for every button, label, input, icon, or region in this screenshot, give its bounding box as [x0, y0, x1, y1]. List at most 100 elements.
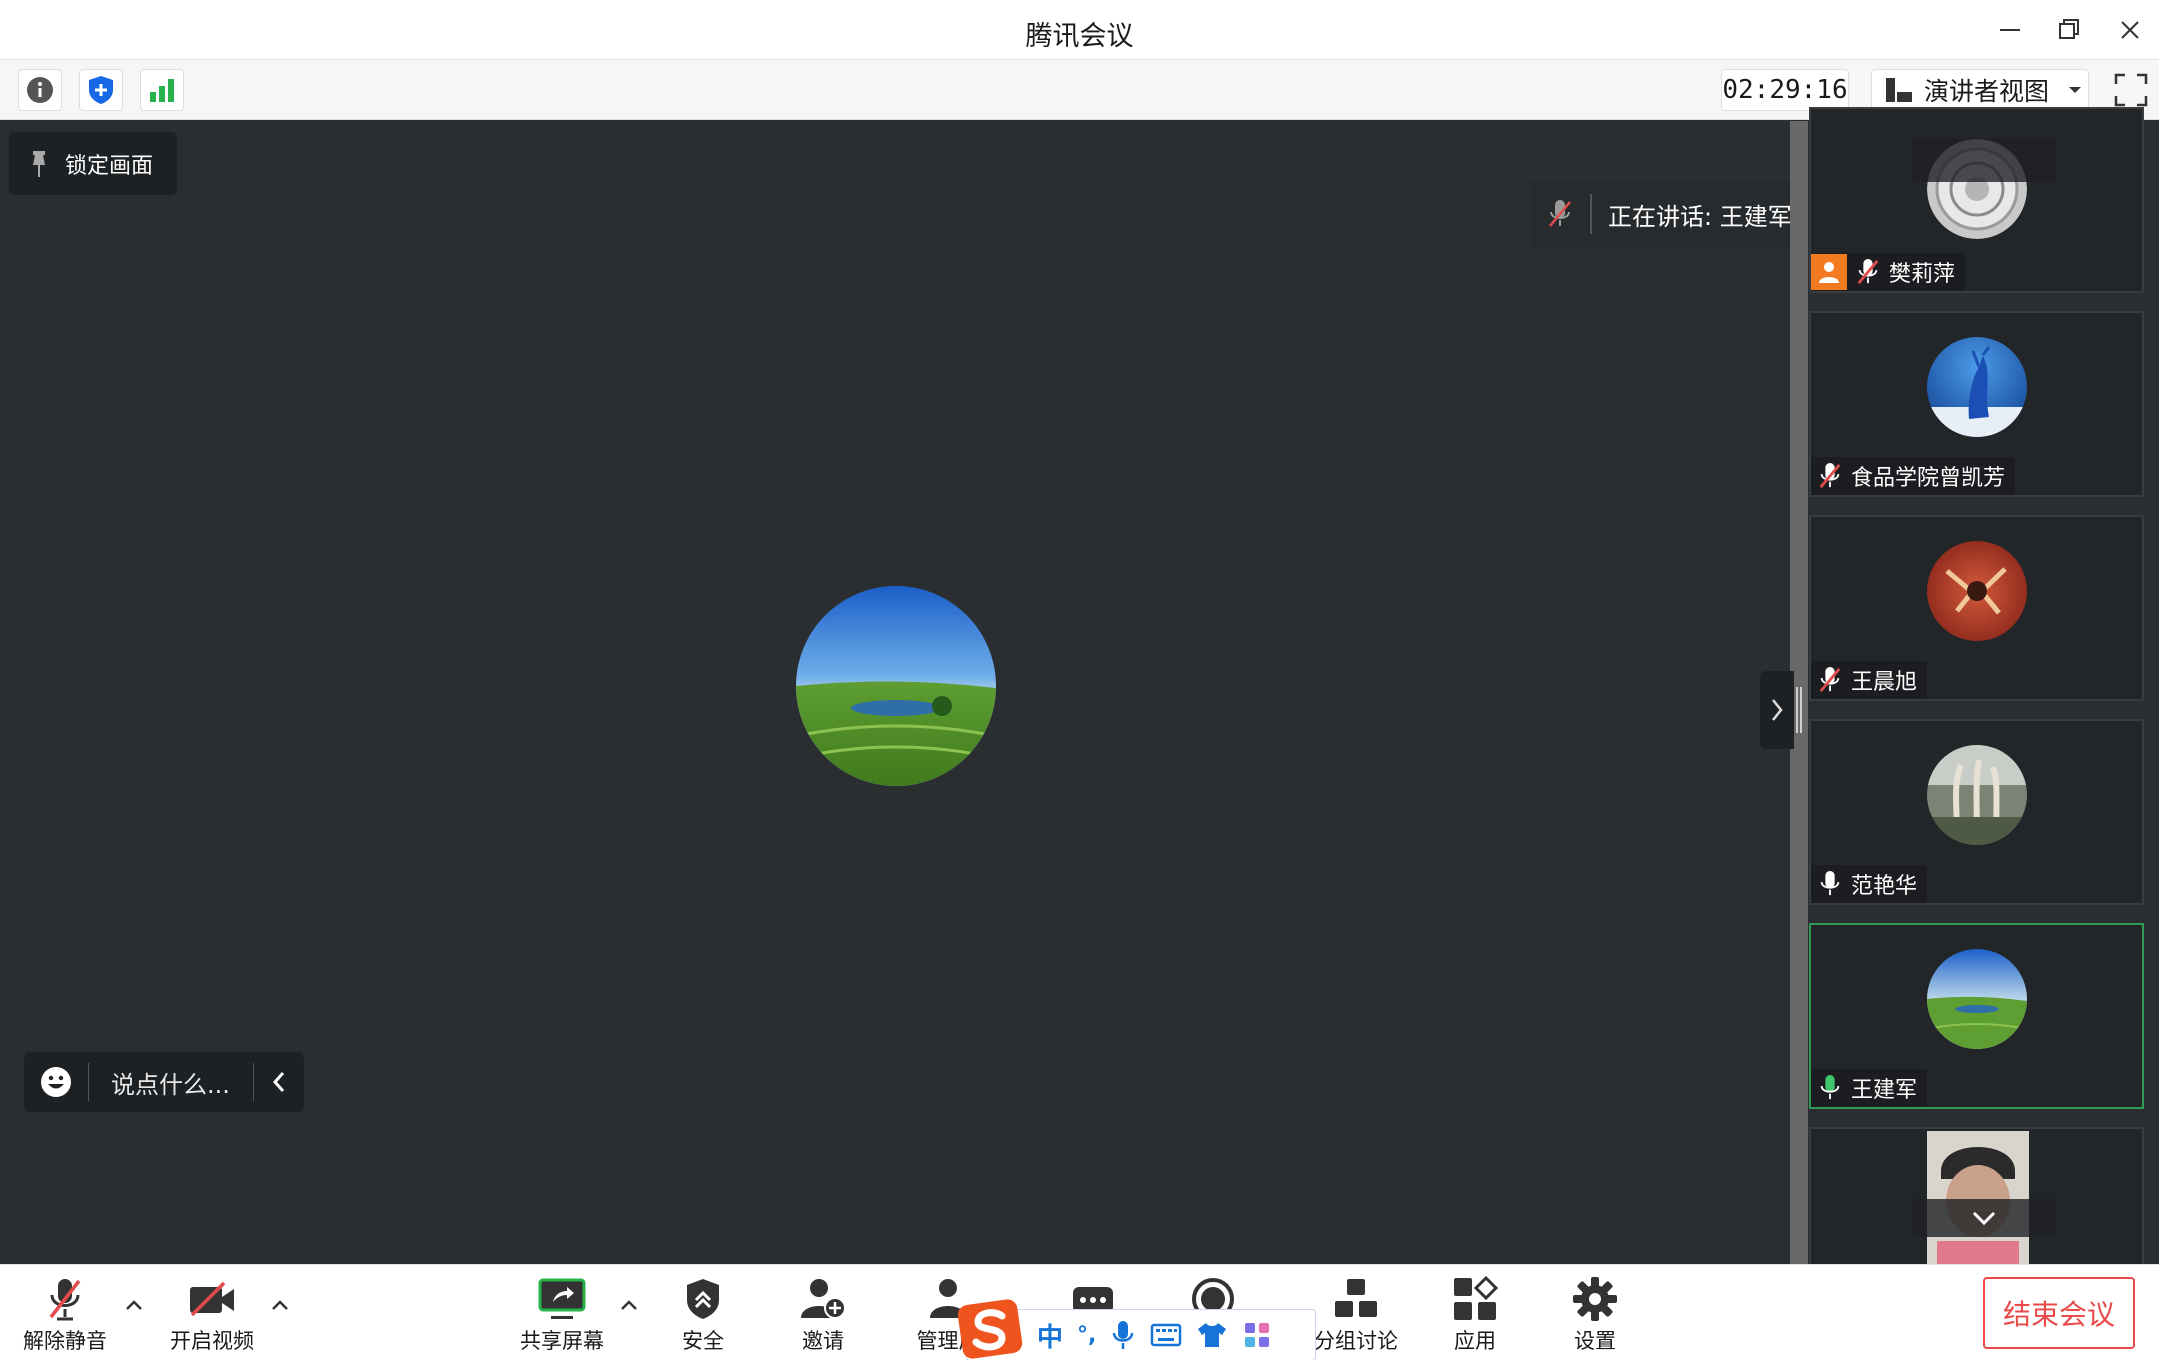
participant-avatar	[1927, 541, 2027, 641]
info-icon	[27, 77, 53, 103]
shield-icon	[89, 76, 113, 104]
chevron-left-icon[interactable]	[270, 1070, 288, 1094]
restore-button[interactable]	[2048, 12, 2088, 48]
participant-tile-active[interactable]: 王建军	[1809, 923, 2144, 1109]
view-mode-dropdown[interactable]: 演讲者视图	[1871, 69, 2089, 111]
participant-tile[interactable]: 范艳华	[1809, 719, 2144, 905]
security-shield-icon	[687, 1279, 719, 1319]
close-button[interactable]	[2110, 12, 2150, 48]
speaker-view-icon	[1886, 78, 1912, 102]
participant-name: 范艳华	[1851, 874, 1918, 899]
network-status-button[interactable]	[140, 69, 184, 111]
chat-input-box[interactable]: 说点什么...	[24, 1052, 304, 1112]
participant-nameplate: 王晨旭	[1811, 661, 1928, 699]
video-options-caret-icon[interactable]	[268, 1295, 292, 1315]
share-screen-button[interactable]: 共享屏幕	[507, 1275, 617, 1355]
participant-tile[interactable]: 王晨旭	[1809, 515, 2144, 701]
scroll-up-area[interactable]	[1912, 138, 2056, 182]
apps-icon	[1454, 1276, 1498, 1320]
mic-icon	[1820, 871, 1840, 896]
muted-mic-icon	[1819, 463, 1841, 489]
muted-mic-icon	[1857, 259, 1879, 285]
resize-grip[interactable]	[1796, 687, 1802, 733]
speaking-mic-icon	[1820, 1075, 1840, 1100]
collapse-panel-button[interactable]	[1760, 671, 1794, 749]
muted-mic-icon	[1819, 667, 1841, 693]
participant-avatar	[1927, 745, 2027, 845]
caret-down-icon	[2069, 87, 2082, 93]
sogou-ime-logo-icon[interactable]	[958, 1298, 1024, 1360]
share-screen-icon	[538, 1278, 586, 1319]
apps-label: 应用	[1454, 1329, 1496, 1353]
security-status-button[interactable]	[79, 69, 123, 111]
security-button[interactable]: 安全	[648, 1275, 758, 1355]
main-video-stage: 锁定画面 正在讲话: 王建军; 说点什么...	[0, 121, 2008, 1264]
minimize-icon	[2000, 29, 2020, 31]
lock-view-label: 锁定画面	[65, 153, 154, 179]
participant-nameplate: 王建军	[1811, 1069, 1928, 1107]
unmute-label: 解除静音	[23, 1329, 107, 1353]
participant-name: 王晨旭	[1851, 670, 1918, 695]
breakout-icon	[1335, 1279, 1377, 1317]
end-meeting-button[interactable]: 结束会议	[1983, 1277, 2135, 1349]
title-bar: 腾讯会议	[0, 0, 2159, 60]
participant-nameplate: 范艳华	[1811, 865, 1928, 903]
ime-skin-icon[interactable]	[1196, 1321, 1228, 1349]
view-mode-label: 演讲者视图	[1924, 77, 2050, 106]
restore-icon	[2059, 19, 2079, 39]
minimize-button[interactable]	[1990, 12, 2030, 48]
settings-label: 设置	[1574, 1329, 1616, 1353]
participant-name: 食品学院曾凯芳	[1851, 466, 2006, 491]
breakout-label: 分组讨论	[1314, 1329, 1398, 1353]
participant-tile[interactable]: 樊莉萍	[1809, 107, 2144, 293]
participant-tile[interactable]	[1809, 1127, 2144, 1267]
ime-voice-icon[interactable]	[1110, 1319, 1136, 1351]
scroll-down-button[interactable]	[1912, 1199, 2056, 1237]
unmute-button[interactable]: 解除静音	[10, 1275, 120, 1355]
ime-toolbox-icon[interactable]	[1242, 1320, 1272, 1350]
active-speaker-text: 正在讲话: 王建军;	[1608, 202, 1800, 231]
participant-tile[interactable]: 食品学院曾凯芳	[1809, 311, 2144, 497]
ime-punct-toggle[interactable]: °,	[1077, 1323, 1096, 1348]
signal-bars-icon	[150, 79, 174, 102]
ime-keyboard-icon[interactable]	[1150, 1322, 1182, 1348]
audio-options-caret-icon[interactable]	[122, 1295, 146, 1315]
gear-icon	[1573, 1277, 1617, 1321]
participant-name: 王建军	[1851, 1078, 1918, 1103]
participant-avatar	[1927, 949, 2027, 1049]
chevron-right-icon	[1772, 699, 1783, 721]
presenter-avatar	[796, 586, 996, 786]
ime-mode-toggle[interactable]: 中	[1037, 1317, 1063, 1354]
chevron-down-icon	[1972, 1211, 1996, 1226]
meeting-info-button[interactable]	[18, 69, 62, 111]
share-options-caret-icon[interactable]	[617, 1295, 641, 1315]
chat-placeholder[interactable]: 说点什么...	[89, 1065, 253, 1100]
invite-button[interactable]: 邀请	[768, 1275, 878, 1355]
muted-mic-icon	[49, 1279, 81, 1321]
breakout-rooms-button[interactable]: 分组讨论	[1301, 1275, 1411, 1355]
fullscreen-icon	[2114, 73, 2148, 107]
fullscreen-button[interactable]	[2109, 69, 2153, 111]
add-person-icon	[801, 1279, 846, 1319]
muted-mic-icon	[1549, 200, 1571, 227]
meeting-timer: 02:29:16	[1721, 69, 1849, 111]
security-label: 安全	[682, 1329, 724, 1353]
start-video-button[interactable]: 开启视频	[157, 1275, 267, 1355]
participant-nameplate: 樊莉萍	[1811, 253, 1966, 291]
participant-name: 樊莉萍	[1889, 262, 1956, 287]
share-screen-label: 共享屏幕	[520, 1329, 604, 1353]
invite-label: 邀请	[802, 1329, 844, 1353]
lock-view-button[interactable]: 锁定画面	[9, 132, 177, 195]
settings-button[interactable]: 设置	[1540, 1275, 1650, 1355]
host-badge	[1811, 254, 1847, 290]
participant-avatar	[1927, 337, 2027, 437]
apps-button[interactable]: 应用	[1420, 1275, 1530, 1355]
emoji-icon[interactable]	[39, 1065, 73, 1099]
video-off-icon	[190, 1281, 234, 1317]
start-video-label: 开启视频	[170, 1329, 254, 1353]
close-icon	[2121, 21, 2139, 39]
window-title: 腾讯会议	[1025, 21, 1134, 52]
participant-nameplate: 食品学院曾凯芳	[1811, 457, 2016, 495]
person-icon	[1819, 262, 1839, 283]
pin-icon	[33, 150, 45, 177]
